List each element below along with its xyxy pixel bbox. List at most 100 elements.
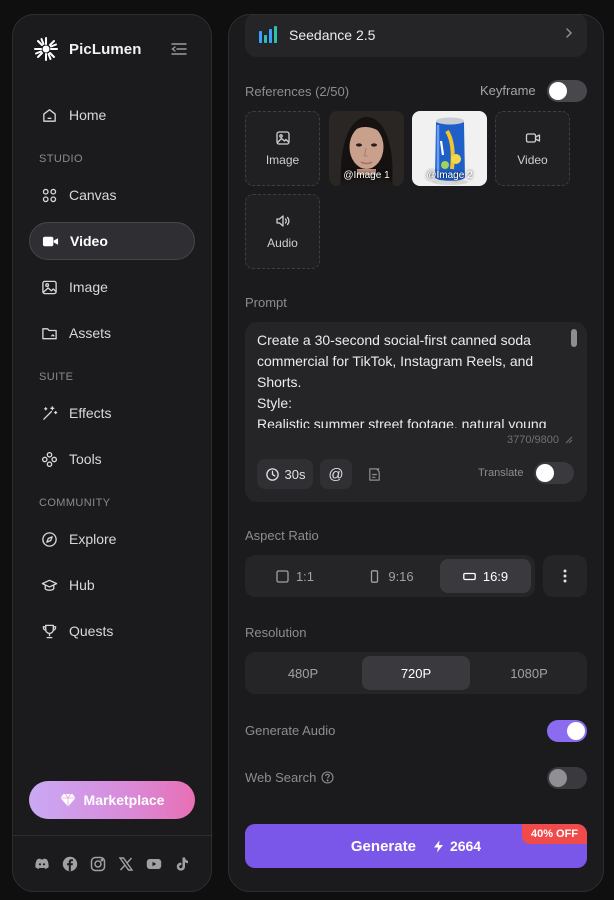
nav-item-tools[interactable]: Tools	[29, 440, 195, 478]
credits-cost: 2664	[432, 838, 481, 854]
aspect-option-label: 1:1	[295, 568, 315, 584]
marketplace-button[interactable]: Marketplace	[29, 781, 195, 819]
clock-icon	[265, 467, 279, 481]
generate-audio-label: Generate Audio	[245, 723, 336, 738]
section-header-community: COMMUNITY	[39, 497, 111, 509]
speaker-icon	[275, 215, 289, 227]
resolution-option-label: 1080P	[510, 665, 548, 681]
section-header-studio: STUDIO	[39, 153, 83, 165]
nav-item-effects[interactable]: Effects	[29, 394, 195, 432]
aspect-ratio-label: Aspect Ratio	[245, 528, 319, 543]
trophy-icon	[42, 624, 57, 638]
video-camera-icon	[42, 236, 59, 246]
aspect-option-label: 9:16	[388, 568, 414, 584]
discord-icon	[34, 858, 49, 869]
nav-item-label: Hub	[69, 577, 95, 593]
duration-value: 30s	[284, 466, 306, 482]
collapse-menu-icon	[171, 43, 187, 55]
nav-item-label: Quests	[69, 623, 114, 639]
more-vertical-icon	[563, 569, 567, 583]
resize-grip-icon[interactable]	[565, 436, 573, 444]
add-video-reference[interactable]: Video	[495, 111, 570, 186]
resolution-option-label: 480P	[287, 665, 319, 681]
model-name: Seedance 2.5	[289, 27, 376, 43]
home-icon	[43, 108, 56, 122]
nav-item-image[interactable]: Image	[29, 268, 195, 306]
resolution-option-1080p[interactable]: 1080P	[475, 656, 583, 690]
aspect-more-button[interactable]	[543, 555, 587, 597]
mention-symbol: @	[328, 465, 344, 483]
piclumen-logo-icon	[34, 37, 58, 61]
generate-label: Generate	[350, 837, 416, 855]
character-count: 3770/9800	[507, 434, 559, 446]
web-search-toggle[interactable]	[547, 767, 587, 789]
aspect-option-9-16[interactable]: 9:16	[345, 559, 437, 593]
collapse-sidebar-button[interactable]	[169, 39, 189, 59]
youtube-link[interactable]	[145, 855, 162, 872]
landscape-rect-icon	[462, 572, 476, 580]
mention-button[interactable]: @	[320, 459, 352, 489]
image-icon	[42, 280, 57, 294]
nav-item-home[interactable]: Home	[29, 96, 195, 134]
aspect-option-label: 16:9	[482, 568, 509, 584]
web-search-label: Web Search	[245, 770, 317, 785]
nav-item-quests[interactable]: Quests	[29, 612, 195, 650]
lightning-icon	[433, 840, 443, 852]
resolution-label: Resolution	[245, 625, 307, 640]
add-image-label: Image	[265, 153, 300, 167]
nav-item-assets[interactable]: Assets	[29, 314, 195, 352]
nav-item-label: Video	[70, 233, 108, 249]
aspect-option-16-9[interactable]: 16:9	[440, 559, 531, 593]
prompt-scrollbar[interactable]	[571, 329, 577, 347]
prompt-enhance-button[interactable]	[359, 459, 389, 489]
nav-item-explore[interactable]: Explore	[29, 520, 195, 558]
facebook-icon	[62, 856, 77, 871]
prompt-textarea[interactable]: Create a 30-second social-first canned s…	[257, 330, 567, 428]
portrait-rect-icon	[371, 569, 379, 583]
nav-item-canvas[interactable]: Canvas	[29, 176, 195, 214]
youtube-icon	[146, 858, 161, 869]
brand-name: PicLumen	[69, 40, 142, 58]
nav-item-label: Tools	[69, 451, 102, 467]
reference-image-2[interactable]: @Image 2	[412, 111, 487, 186]
compass-icon	[42, 531, 57, 547]
discount-badge: 40% OFF	[522, 824, 587, 844]
help-circle-icon[interactable]	[321, 771, 334, 784]
prompt-label: Prompt	[245, 295, 287, 310]
credits-value: 2664	[449, 838, 482, 854]
x-link[interactable]	[117, 855, 134, 872]
nav-item-label: Canvas	[69, 187, 117, 203]
aspect-option-1-1[interactable]: 1:1	[249, 559, 341, 593]
brand[interactable]: PicLumen	[33, 37, 141, 61]
reference-image-1[interactable]: @Image 1	[329, 111, 404, 186]
sidebar-divider	[13, 835, 213, 836]
aspect-ratio-selector: 1:1 9:16 16:9	[245, 555, 535, 597]
facebook-link[interactable]	[61, 855, 78, 872]
tiktok-link[interactable]	[173, 855, 190, 872]
video-settings-panel: Seedance 2.5 References (2/50) Keyframe …	[228, 14, 604, 892]
nav-item-video[interactable]: Video	[29, 222, 195, 260]
prompt-editor[interactable]: Create a 30-second social-first canned s…	[245, 322, 587, 502]
x-icon	[118, 856, 133, 871]
chevron-right-icon	[566, 28, 573, 38]
toggle-knob	[549, 82, 567, 100]
reference-image-1-tag: @Image 1	[343, 170, 390, 181]
model-selector[interactable]: Seedance 2.5	[245, 15, 587, 57]
resolution-option-720p[interactable]: 720P	[362, 656, 470, 690]
add-audio-reference[interactable]: Audio	[245, 194, 320, 269]
keyframe-toggle[interactable]	[547, 80, 587, 102]
discord-link[interactable]	[33, 855, 50, 872]
nav-item-label: Explore	[69, 531, 117, 547]
magic-wand-icon	[43, 405, 58, 420]
social-links	[33, 855, 190, 872]
nav-item-label: Assets	[69, 325, 112, 341]
generate-audio-toggle[interactable]	[547, 720, 587, 742]
canvas-icon	[42, 188, 57, 202]
toggle-knob	[549, 769, 567, 787]
duration-button[interactable]: 30s	[257, 459, 313, 489]
nav-item-hub[interactable]: Hub	[29, 566, 195, 604]
add-image-reference[interactable]: Image	[245, 111, 320, 186]
resolution-option-480p[interactable]: 480P	[249, 656, 357, 690]
translate-toggle[interactable]	[534, 462, 574, 484]
instagram-link[interactable]	[89, 855, 106, 872]
